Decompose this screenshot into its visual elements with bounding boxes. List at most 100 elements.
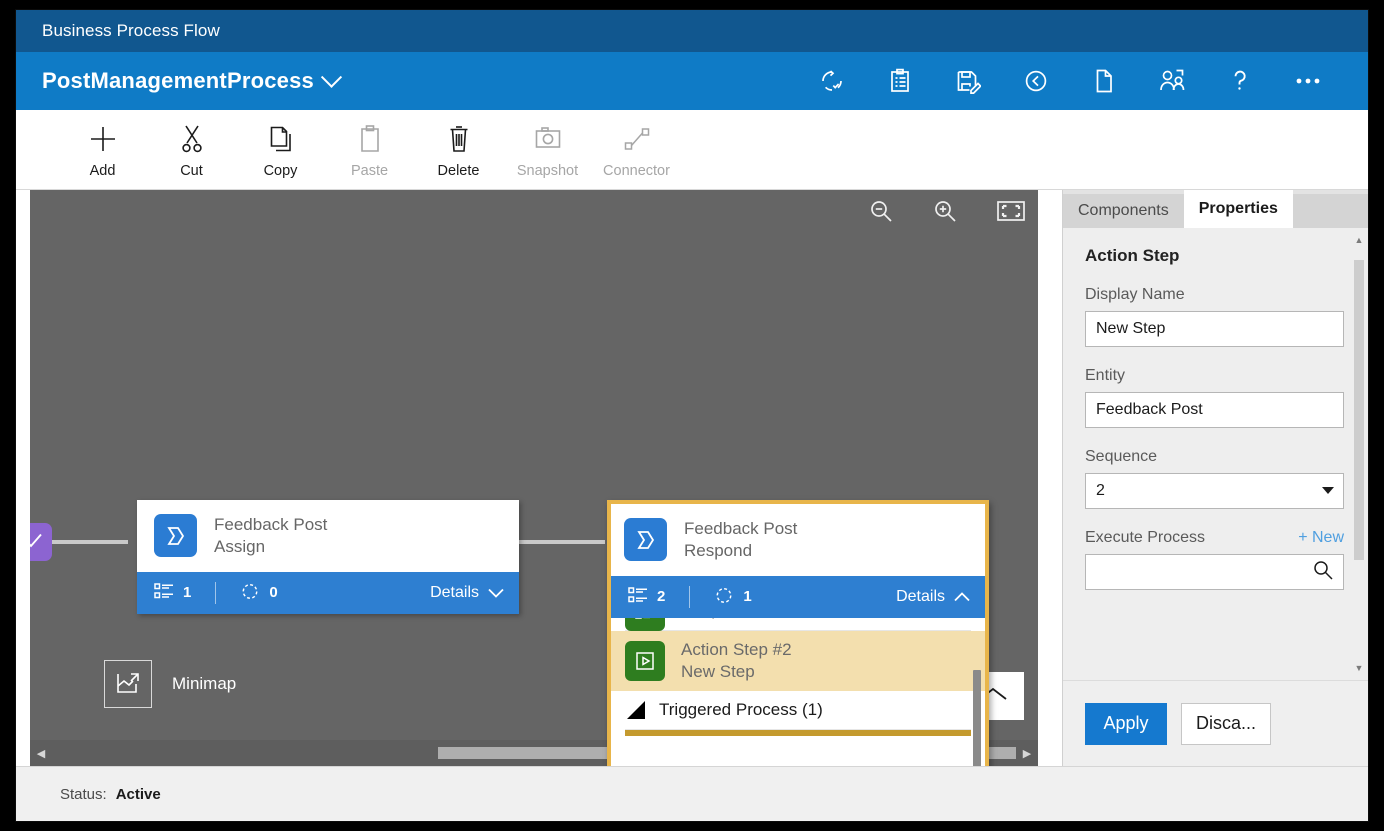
stage-icon (154, 514, 197, 558)
command-bar: PostManagementProcess (16, 52, 1368, 110)
ribbon-label-cut: Cut (180, 163, 203, 179)
panel-tabs: Components Properties (1063, 190, 1368, 228)
plus-icon (88, 124, 118, 154)
execute-process-label: Execute Process (1085, 529, 1206, 546)
ribbon-button-copy[interactable]: Copy (236, 124, 325, 179)
copy-icon (268, 124, 294, 154)
stage-name: Respond (684, 540, 753, 560)
scroll-right-arrow-icon[interactable]: ▶ (1016, 747, 1038, 760)
workflow-icon (714, 585, 734, 609)
workflow-count: 1 (743, 588, 752, 605)
stage-details-label: Details (896, 587, 945, 605)
ribbon-label-delete: Delete (437, 163, 480, 179)
paste-icon (358, 124, 382, 154)
scissors-icon (179, 124, 205, 154)
triggered-process-group[interactable]: Triggered Process (1) (611, 691, 985, 729)
bpf-designer-window: Business Process Flow PostManagementProc… (16, 10, 1368, 821)
discard-button[interactable]: Disca... (1181, 702, 1272, 745)
ribbon-label-paste: Paste (350, 163, 389, 179)
minimap-control[interactable]: Minimap (104, 660, 236, 708)
ribbon-button-delete[interactable]: Delete (414, 124, 503, 179)
stage-entity: Feedback Post (214, 515, 328, 534)
ribbon-label-connector: Connector (603, 163, 670, 179)
process-start-node[interactable] (30, 523, 52, 561)
activate-icon[interactable] (1002, 59, 1070, 103)
save-as-icon[interactable] (934, 59, 1002, 103)
help-icon[interactable] (1206, 59, 1274, 103)
properties-panel: Components Properties Action Step Displa… (1062, 190, 1368, 766)
chevron-down-icon (488, 588, 504, 598)
order-process-flow-icon[interactable] (866, 59, 934, 103)
steps-count: 2 (657, 588, 666, 605)
process-name-label: PostManagementProcess (42, 68, 314, 93)
stage-details-toggle[interactable]: Details (430, 584, 504, 602)
stage-icon (624, 518, 667, 562)
validate-icon[interactable] (798, 59, 866, 103)
zoom-out-icon[interactable] (868, 198, 894, 224)
ribbon-button-snapshot[interactable]: Snapshot (503, 124, 592, 179)
ribbon-button-cut[interactable]: Cut (147, 124, 236, 179)
list-item[interactable]: Response (611, 617, 985, 631)
list-item[interactable]: Action Step #2 New Step (611, 630, 985, 691)
tab-components[interactable]: Components (1063, 194, 1184, 228)
panel-scrollbar-track[interactable] (1354, 246, 1364, 662)
status-bar: Status: Active (16, 766, 1368, 821)
steps-list-icon (154, 582, 174, 604)
chevron-up-icon (954, 591, 970, 601)
details-scrollbar-thumb[interactable] (973, 669, 981, 766)
action-step-icon (625, 640, 665, 681)
zoom-in-icon[interactable] (932, 198, 958, 224)
workflow-icon (240, 581, 260, 605)
canvas-zoom-tools (868, 198, 1026, 224)
display-name-field[interactable]: New Step (1085, 311, 1344, 347)
stage-card-respond[interactable]: Feedback Post Respond 2 1 Details Action… (607, 500, 989, 766)
ribbon-button-paste[interactable]: Paste (325, 124, 414, 179)
window-title: Business Process Flow (42, 21, 220, 40)
stage-card-assign[interactable]: Feedback Post Assign 1 0 Details (137, 500, 519, 614)
list-item-partial[interactable] (625, 729, 971, 736)
assign-security-roles-icon[interactable] (1138, 59, 1206, 103)
triggered-process-label: Triggered Process (1) (659, 699, 823, 719)
sequence-select[interactable]: 2 (1085, 473, 1344, 509)
scroll-down-arrow-icon[interactable]: ▼ (1354, 662, 1364, 674)
sequence-label: Sequence (1085, 448, 1158, 465)
stage-details-label: Details (430, 583, 479, 601)
entity-field[interactable]: Feedback Post (1085, 392, 1344, 428)
fit-to-screen-icon[interactable] (996, 199, 1026, 223)
stage-details-list[interactable]: Response Action Step #2 New Step (611, 617, 985, 766)
ribbon-label-snapshot: Snapshot (516, 163, 579, 179)
scroll-left-arrow-icon[interactable]: ◀ (30, 747, 52, 760)
tab-properties[interactable]: Properties (1183, 190, 1293, 228)
minimap-icon (104, 660, 152, 708)
more-commands-icon[interactable] (1274, 59, 1342, 103)
ribbon-label-add: Add (89, 163, 116, 179)
check-icon (30, 529, 44, 556)
execute-process-row-label: Execute Process + New (1085, 529, 1344, 547)
new-document-icon[interactable] (1070, 59, 1138, 103)
ribbon-button-add[interactable]: Add (58, 124, 147, 179)
chevron-down-icon (1321, 482, 1335, 500)
title-bar: Business Process Flow (16, 10, 1368, 52)
chevron-down-icon (320, 66, 343, 88)
apply-button[interactable]: Apply (1085, 702, 1167, 745)
ribbon-button-connector[interactable]: Connector (592, 124, 681, 179)
panel-scrollbar-thumb[interactable] (1354, 260, 1364, 560)
scroll-up-arrow-icon[interactable]: ▲ (1354, 234, 1364, 246)
ribbon-toolbar: Add Cut Copy Paste Delete Snapshot Conne… (16, 110, 1368, 190)
stage-details-toggle[interactable]: Details (896, 588, 970, 606)
tab-strip-filler (1292, 194, 1368, 228)
minimap-label: Minimap (172, 674, 237, 693)
expander-triangle-icon (627, 700, 645, 719)
execute-process-new-link[interactable]: + New (1298, 529, 1344, 547)
list-item-subtitle: New Step (681, 661, 755, 681)
connector-icon (623, 124, 651, 154)
process-name-dropdown[interactable]: PostManagementProcess (42, 66, 343, 94)
panel-scrollbar[interactable]: ▲ ▼ (1354, 234, 1364, 674)
search-icon[interactable] (1312, 559, 1334, 586)
stage-card-header: Feedback Post Assign (137, 500, 519, 572)
stage-entity: Feedback Post (684, 519, 798, 538)
workflow-count-group: 1 (714, 585, 752, 609)
execute-process-lookup-field[interactable] (1085, 554, 1344, 590)
panel-section-title: Action Step (1085, 246, 1180, 265)
process-canvas[interactable]: Feedback Post Assign 1 0 Details Feedbac… (30, 190, 1038, 766)
